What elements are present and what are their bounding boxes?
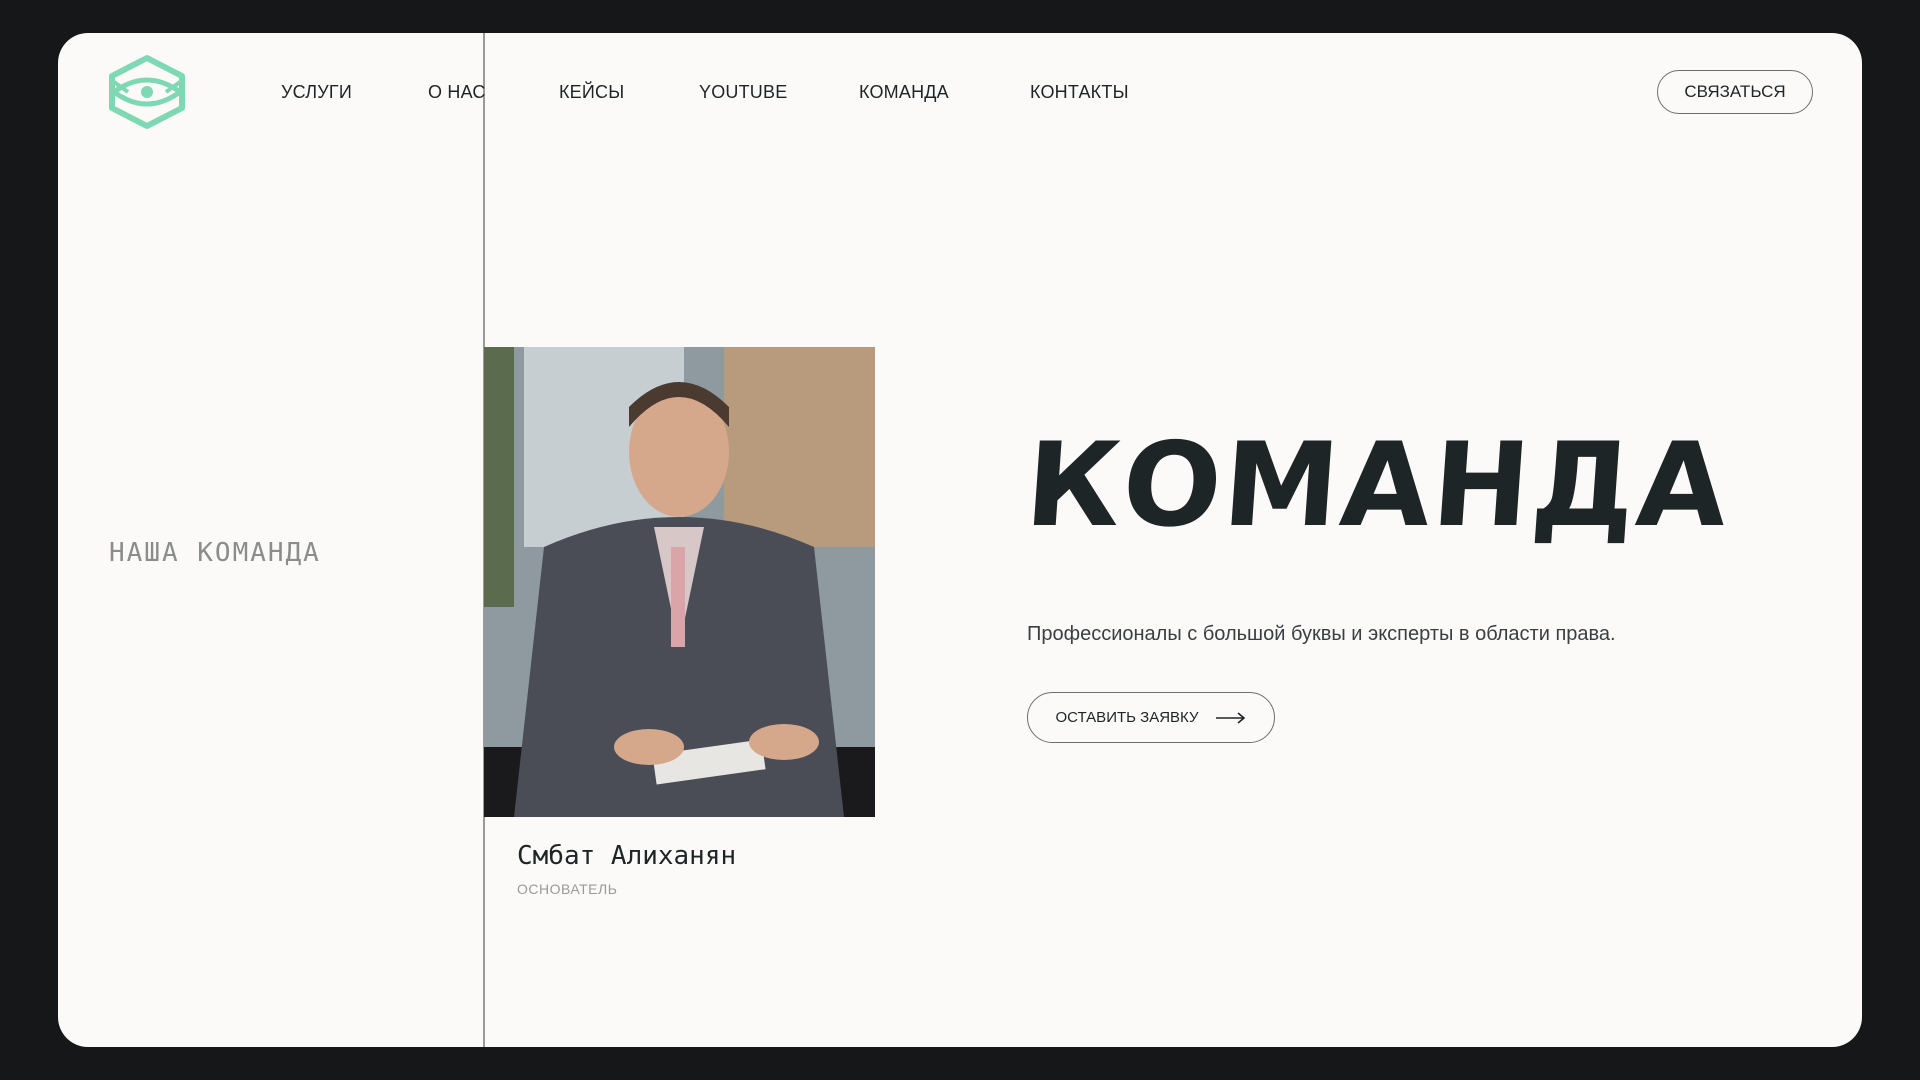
page-subtitle: Профессионалы с большой буквы и эксперты… [1027,623,1616,645]
nav-item-team[interactable]: КОМАНДА [859,82,949,103]
page-card: УСЛУГИ О НАС КЕЙСЫ YOUTUBE КОМАНДА КОНТА… [58,33,1862,1047]
submit-request-button[interactable]: ОСТАВИТЬ ЗАЯВКУ [1027,692,1275,743]
person-photo [484,347,875,817]
section-label: НАША КОМАНДА [109,538,321,568]
contact-button-label: СВЯЗАТЬСЯ [1684,82,1786,101]
nav-item-youtube[interactable]: YOUTUBE [699,82,787,103]
nav-item-cases[interactable]: КЕЙСЫ [559,82,624,103]
logo-icon[interactable] [106,54,188,130]
arrow-right-icon [1216,711,1246,724]
person-role: ОСНОВАТЕЛЬ [517,881,618,897]
submit-request-label: ОСТАВИТЬ ЗАЯВКУ [1055,709,1199,726]
page-title: КОМАНДА [1021,418,1734,553]
nav-item-contacts[interactable]: КОНТАКТЫ [1030,82,1129,103]
contact-button[interactable]: СВЯЗАТЬСЯ [1657,70,1813,114]
person-name: Смбат Алиханян [517,841,737,871]
nav-item-about[interactable]: О НАС [428,82,486,103]
nav-item-services[interactable]: УСЛУГИ [281,82,352,103]
